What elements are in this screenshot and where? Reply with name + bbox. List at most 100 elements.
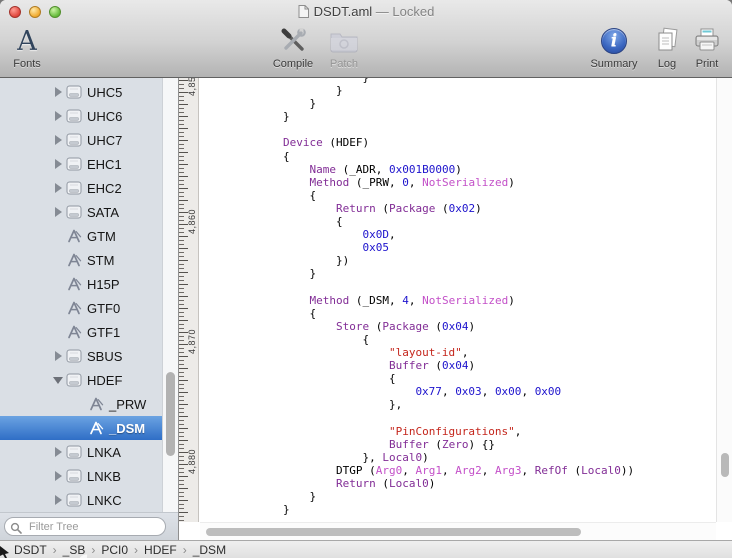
code-line: Buffer (Zero) {} (388, 437, 495, 451)
device-icon (66, 157, 82, 171)
sidebar-item-ehc2[interactable]: EHC2 (0, 176, 162, 200)
ruler-label: 4,850 (187, 78, 197, 96)
code-line: } (230, 97, 317, 111)
compile-button[interactable]: Compile (266, 25, 320, 70)
filter-bar (0, 512, 178, 540)
fonts-button[interactable]: A Fonts (6, 25, 48, 71)
editor-horizontal-scrollbar-thumb[interactable] (206, 528, 581, 536)
device-icon (66, 181, 82, 195)
code-line: 0x77, 0x03, 0x00, 0x00 (415, 385, 562, 399)
sidebar-item-prw[interactable]: _PRW (0, 392, 162, 416)
ruler-label: 4,860 (187, 208, 197, 234)
editor-vertical-scrollbar[interactable] (716, 78, 732, 522)
print-icon (688, 25, 726, 57)
disclosure-collapsed-icon[interactable] (52, 349, 66, 363)
breadcrumb-item-dsdt[interactable]: DSDT (14, 543, 47, 557)
window-title: DSDT.aml — Locked (0, 4, 732, 21)
code-line: Device (HDEF) (282, 136, 370, 150)
breadcrumb-separator: › (182, 542, 187, 557)
compile-icon (266, 25, 320, 57)
log-button[interactable]: Log (650, 25, 684, 70)
summary-info-icon: i (586, 25, 642, 57)
print-button[interactable]: Print (688, 25, 726, 70)
sidebar-item-label: _DSM (109, 420, 146, 436)
sidebar-item-hdef[interactable]: HDEF (0, 368, 162, 392)
disclosure-expanded-icon[interactable] (52, 373, 66, 387)
code-line: }, Local0) (230, 450, 429, 464)
code-line: Buffer (0x04) (388, 359, 476, 373)
sidebar-item-dsm[interactable]: _DSM (0, 416, 162, 440)
sidebar-item-label: UHC6 (87, 108, 123, 124)
disclosure-collapsed-icon[interactable] (52, 469, 66, 483)
sidebar-item-stm[interactable]: STM (0, 248, 162, 272)
sidebar-item-label: EHC2 (87, 180, 122, 196)
sidebar-item-label: LNKA (87, 444, 121, 460)
method-icon (68, 325, 82, 339)
code-line: Method (_DSM, 4, NotSerialized) (309, 293, 515, 307)
method-icon (68, 229, 82, 243)
sidebar-item-label: UHC5 (87, 84, 123, 100)
sidebar-item-gtf1[interactable]: GTF1 (0, 320, 162, 344)
breadcrumb-item-hdef[interactable]: HDEF (144, 543, 177, 557)
sidebar-item-label: LNKB (87, 468, 121, 484)
disclosure-collapsed-icon[interactable] (52, 85, 66, 99)
disclosure-collapsed-icon[interactable] (52, 181, 66, 195)
sidebar-scrollbar[interactable] (162, 78, 178, 512)
code-line: }) (230, 254, 350, 268)
sidebar-item-sata[interactable]: SATA (0, 200, 162, 224)
disclosure-collapsed-icon[interactable] (52, 493, 66, 507)
editor-horizontal-scrollbar[interactable] (200, 522, 716, 540)
sidebar-item-gtf0[interactable]: GTF0 (0, 296, 162, 320)
editor-vertical-scrollbar-thumb[interactable] (721, 453, 729, 477)
code-line: Return (Local0) (335, 476, 436, 490)
patch-button[interactable]: Patch (322, 25, 366, 70)
breadcrumb-item-pci0[interactable]: PCI0 (101, 543, 128, 557)
title-lock-state: — Locked (375, 4, 435, 19)
code-line: Return (Package (0x02) (335, 201, 482, 215)
summary-button[interactable]: i Summary (586, 25, 642, 70)
breadcrumb-separator: › (52, 542, 57, 557)
disclosure-collapsed-icon[interactable] (52, 205, 66, 219)
disclosure-collapsed-icon[interactable] (52, 157, 66, 171)
sidebar-item-gtm[interactable]: GTM (0, 224, 162, 248)
sidebar-item-lnkb[interactable]: LNKB (0, 464, 162, 488)
mouse-cursor (0, 546, 9, 558)
method-icon (90, 397, 104, 411)
sidebar-item-label: GTF0 (87, 300, 121, 316)
breadcrumb-item-sb[interactable]: _SB (63, 543, 86, 557)
sidebar-item-ehc1[interactable]: EHC1 (0, 152, 162, 176)
sidebar-item-h15p[interactable]: H15P (0, 272, 162, 296)
disclosure-collapsed-icon[interactable] (52, 109, 66, 123)
device-icon (66, 469, 82, 483)
device-icon (66, 85, 82, 99)
ruler-label: 4,880 (187, 448, 197, 474)
sidebar-item-label: H15P (87, 276, 120, 292)
device-icon (66, 373, 82, 387)
method-icon (68, 277, 82, 291)
sidebar-item-uhc7[interactable]: UHC7 (0, 128, 162, 152)
sidebar-item-uhc6[interactable]: UHC6 (0, 104, 162, 128)
code-line: { (230, 215, 343, 229)
method-icon (68, 253, 82, 267)
sidebar-item-lnkc[interactable]: LNKC (0, 488, 162, 512)
code-line: 0x05 (362, 241, 389, 255)
device-icon (66, 109, 82, 123)
sidebar-item-sbus[interactable]: SBUS (0, 344, 162, 368)
summary-label: Summary (590, 58, 638, 70)
sidebar-scrollbar-thumb[interactable] (166, 372, 175, 456)
sidebar-item-uhc5[interactable]: UHC5 (0, 80, 162, 104)
filter-input[interactable] (27, 519, 147, 534)
device-icon (66, 133, 82, 147)
disclosure-collapsed-icon[interactable] (52, 133, 66, 147)
title-filename: DSDT.aml (313, 4, 373, 19)
code-editor[interactable]: 4,850 4,860 4,870 4,880 } } } } Device (HDE… (178, 78, 732, 540)
breadcrumb-item-dsm[interactable]: _DSM (193, 543, 226, 557)
sidebar-item-lnka[interactable]: LNKA (0, 440, 162, 464)
filter-field[interactable] (4, 517, 166, 536)
breadcrumb: DSDT › _SB › PCI0 › HDEF › _DSM (0, 540, 732, 558)
disclosure-collapsed-icon[interactable] (52, 445, 66, 459)
sidebar-item-label: UHC7 (87, 132, 123, 148)
